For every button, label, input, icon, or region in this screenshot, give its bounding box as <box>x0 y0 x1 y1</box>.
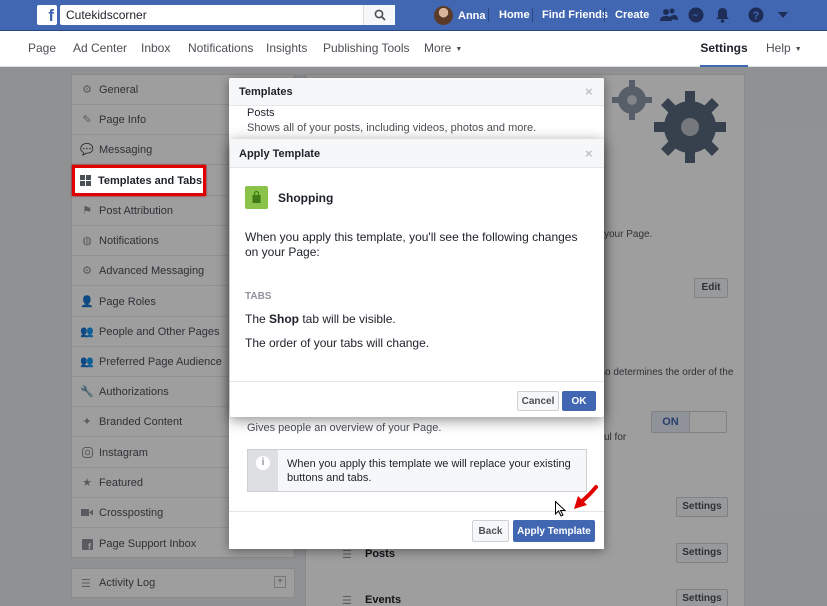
help-icon[interactable]: ? <box>748 7 764 23</box>
nav-insights[interactable]: Insights <box>266 41 307 55</box>
ok-button[interactable]: OK <box>562 391 596 411</box>
apply-template-dialog-title: Apply Template <box>239 148 321 160</box>
annotation-highlight-box <box>72 165 206 196</box>
find-friends-link[interactable]: Find Friends <box>542 9 608 21</box>
info-notice-text: When you apply this template we will rep… <box>287 458 571 484</box>
template-overview-text: Gives people an overview of your Page. <box>247 422 442 434</box>
create-link[interactable]: Create <box>615 9 649 21</box>
mouse-cursor-icon <box>555 501 566 517</box>
shopping-bag-icon <box>245 186 268 209</box>
page-nav: Page Ad Center Inbox Notifications Insig… <box>0 31 827 67</box>
divider <box>532 8 533 22</box>
templates-dialog-footer: Back Apply Template <box>229 511 604 549</box>
nav-publishing-tools[interactable]: Publishing Tools <box>323 41 410 55</box>
caret-down-icon: ▼ <box>455 46 463 53</box>
apply-template-dialog-footer: Cancel OK <box>230 381 604 417</box>
change-line-tab-name: Shop <box>269 312 300 326</box>
apply-template-dialog-header: Apply Template × <box>230 139 604 168</box>
nav-settings[interactable]: Settings <box>700 31 748 67</box>
close-icon[interactable]: × <box>585 146 593 161</box>
search-input[interactable] <box>60 5 363 25</box>
tabs-heading: TABS <box>245 291 272 302</box>
change-line-prefix: The <box>245 312 270 326</box>
divider <box>488 8 489 22</box>
template-name: Shopping <box>278 191 334 205</box>
divider <box>604 8 605 22</box>
apply-template-button[interactable]: Apply Template <box>513 520 595 542</box>
templates-dialog-header: Templates × <box>229 78 604 106</box>
caret-down-icon: ▼ <box>794 46 802 53</box>
search-icon <box>374 9 386 21</box>
nav-help-label: Help <box>766 41 791 55</box>
apply-description: When you apply this template, you'll see… <box>245 230 578 259</box>
nav-page[interactable]: Page <box>28 41 56 55</box>
change-line-tab-order: The order of your tabs will change. <box>245 336 430 350</box>
friend-requests-icon[interactable] <box>660 7 678 23</box>
nav-notifications[interactable]: Notifications <box>188 41 253 55</box>
close-icon[interactable]: × <box>585 84 593 99</box>
change-line-suffix: tab will be visible. <box>299 312 396 326</box>
cancel-button[interactable]: Cancel <box>517 391 559 411</box>
account-menu-caret-icon[interactable] <box>778 12 788 18</box>
top-bar: f Anna Home Find Friends Create ? <box>0 0 827 31</box>
nav-inbox[interactable]: Inbox <box>141 41 170 55</box>
annotation-arrow-icon <box>574 485 598 509</box>
messenger-icon[interactable] <box>688 7 704 23</box>
nav-more-label: More <box>424 41 452 55</box>
info-notice: i When you apply this template we will r… <box>247 449 587 492</box>
apply-template-dialog: Apply Template × Shopping When you apply… <box>230 139 604 417</box>
info-icon: i <box>256 456 270 470</box>
info-icon-cell: i <box>248 450 278 491</box>
facebook-logo-icon[interactable]: f <box>37 5 57 25</box>
user-name: Anna <box>458 9 486 22</box>
search-button[interactable] <box>363 5 395 25</box>
notifications-bell-icon[interactable] <box>715 7 730 23</box>
search-box <box>60 5 395 25</box>
nav-more[interactable]: More ▼ <box>424 41 462 55</box>
back-button[interactable]: Back <box>472 520 509 542</box>
avatar <box>434 6 453 25</box>
profile-link[interactable]: Anna <box>434 6 486 25</box>
templates-dialog-title: Templates <box>239 86 293 98</box>
svg-text:?: ? <box>753 10 760 22</box>
home-link[interactable]: Home <box>499 9 530 21</box>
nav-ad-center[interactable]: Ad Center <box>73 41 127 55</box>
template-tab-posts-title: Posts <box>247 107 275 119</box>
nav-help[interactable]: Help ▼ <box>766 41 802 55</box>
change-line-shop-tab: The Shop tab will be visible. <box>245 312 396 326</box>
template-tab-posts-desc: Shows all of your posts, including video… <box>247 122 537 134</box>
